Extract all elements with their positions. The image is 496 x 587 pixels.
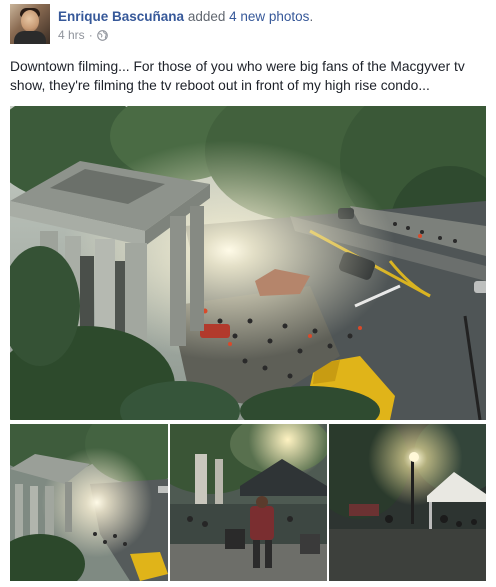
post-title-line: Enrique Bascuñana added 4 new photos. (58, 8, 313, 25)
avatar[interactable] (10, 4, 50, 44)
globe-icon[interactable] (96, 30, 108, 41)
meta-separator: · (88, 28, 93, 42)
main-photo[interactable] (10, 106, 486, 420)
post-header: Enrique Bascuñana added 4 new photos. 4 … (10, 4, 490, 48)
timestamp-link[interactable]: 4 hrs (58, 28, 85, 43)
author-name-link[interactable]: Enrique Bascuñana (58, 9, 184, 24)
photos-count-link[interactable]: 4 new photos (229, 9, 309, 24)
thumbnail-2[interactable] (170, 424, 327, 581)
action-suffix: . (309, 9, 314, 24)
post-text: Downtown filming... For those of you who… (10, 59, 465, 93)
thumbnail-3[interactable] (329, 424, 486, 581)
action-prefix: added (187, 9, 226, 24)
post-meta: 4 hrs · (58, 28, 108, 43)
thumbnail-1[interactable] (10, 424, 168, 581)
